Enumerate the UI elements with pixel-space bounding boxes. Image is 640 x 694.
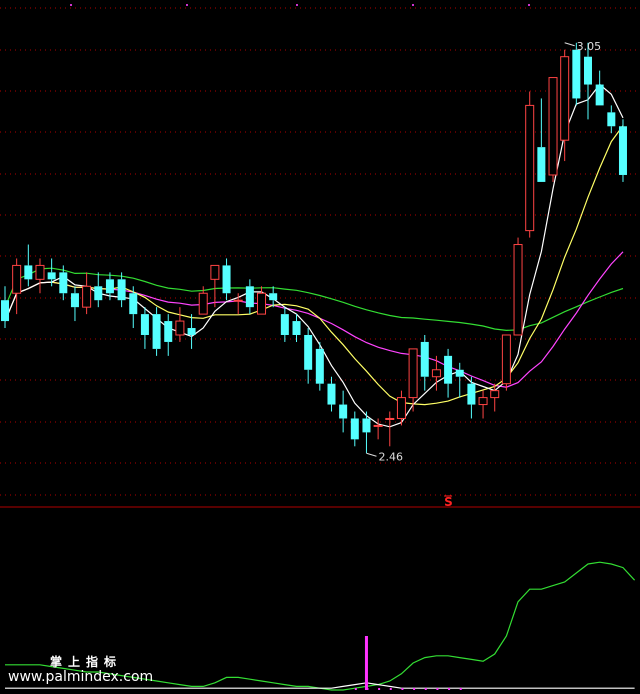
candle (222, 258, 231, 301)
candle (1, 286, 9, 329)
stock-chart: 2.463.05S 掌上指标 www.palmindex.com (0, 4, 640, 691)
candle (280, 307, 289, 342)
candle (327, 376, 336, 412)
indicator-dot (436, 688, 439, 690)
indicator-dot (459, 688, 462, 690)
candle (245, 279, 254, 315)
candle (455, 362, 464, 398)
top-marker (296, 4, 298, 6)
annotation-leader (366, 452, 377, 457)
indicator-dot (448, 688, 451, 690)
annotation-leader (564, 42, 575, 47)
candle (257, 286, 267, 315)
candle (12, 258, 22, 315)
candle (584, 42, 592, 120)
candle (94, 272, 103, 308)
top-marker (70, 4, 72, 6)
candle (444, 348, 453, 398)
watermark-title: 掌上指标 (50, 654, 122, 669)
candle (269, 286, 278, 308)
candle (339, 390, 348, 433)
candle (35, 258, 45, 294)
candle (478, 390, 488, 419)
candle (525, 91, 535, 238)
price-grid (0, 4, 640, 496)
indicator-dot (413, 688, 416, 690)
candle (304, 328, 313, 384)
candlesticks (1, 42, 627, 454)
candle (537, 98, 546, 182)
candle (548, 77, 558, 182)
annotation-label: 2.46 (378, 450, 403, 463)
candle (292, 314, 301, 342)
candle (175, 307, 185, 342)
candle (152, 307, 161, 356)
candle (350, 411, 359, 447)
indicator-dot (424, 688, 427, 690)
candle (420, 334, 429, 391)
candle (513, 237, 523, 336)
candle (140, 307, 149, 349)
top-marker (186, 4, 188, 6)
candle (501, 334, 511, 391)
candle (210, 264, 220, 308)
candle (385, 411, 395, 447)
candle (164, 314, 173, 356)
top-marker (528, 4, 530, 6)
candle (618, 119, 627, 182)
candle (607, 105, 616, 134)
candle (396, 390, 406, 426)
candle (315, 341, 324, 391)
ma20-line (4, 251, 624, 388)
top-marker (412, 4, 414, 6)
watermark: 掌上指标 www.palmindex.com (8, 654, 153, 685)
candle (595, 70, 604, 106)
indicator-dot (354, 688, 357, 690)
indicator-dot (378, 688, 381, 690)
candle (24, 244, 33, 287)
candle (117, 272, 126, 308)
indicator-dot (401, 688, 404, 690)
indicator-dot (389, 688, 392, 690)
annotation-label: 3.05 (577, 40, 602, 53)
indicator-dot (366, 688, 369, 690)
candle (187, 314, 196, 349)
candle (82, 272, 92, 315)
candle (70, 286, 79, 322)
watermark-url: www.palmindex.com (8, 669, 153, 685)
